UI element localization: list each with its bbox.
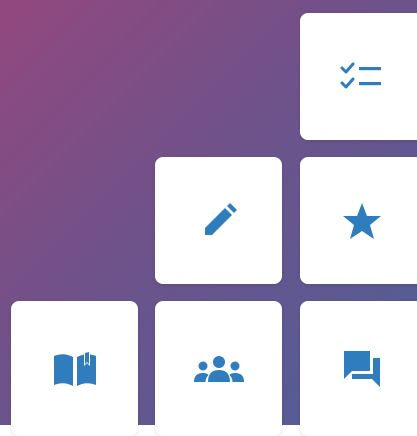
library-tile[interactable] <box>11 301 138 436</box>
edit-tile[interactable] <box>155 157 282 284</box>
checklist-tile[interactable] <box>300 13 417 140</box>
people-group-icon <box>193 354 245 384</box>
groups-tile[interactable] <box>155 301 282 436</box>
star-icon <box>342 202 382 240</box>
favorites-tile[interactable] <box>300 157 417 284</box>
messages-tile[interactable] <box>300 301 417 436</box>
open-book-icon <box>52 350 98 388</box>
checklist-icon <box>340 62 384 92</box>
chat-bubbles-icon <box>342 349 382 389</box>
pencil-icon <box>199 201 239 241</box>
